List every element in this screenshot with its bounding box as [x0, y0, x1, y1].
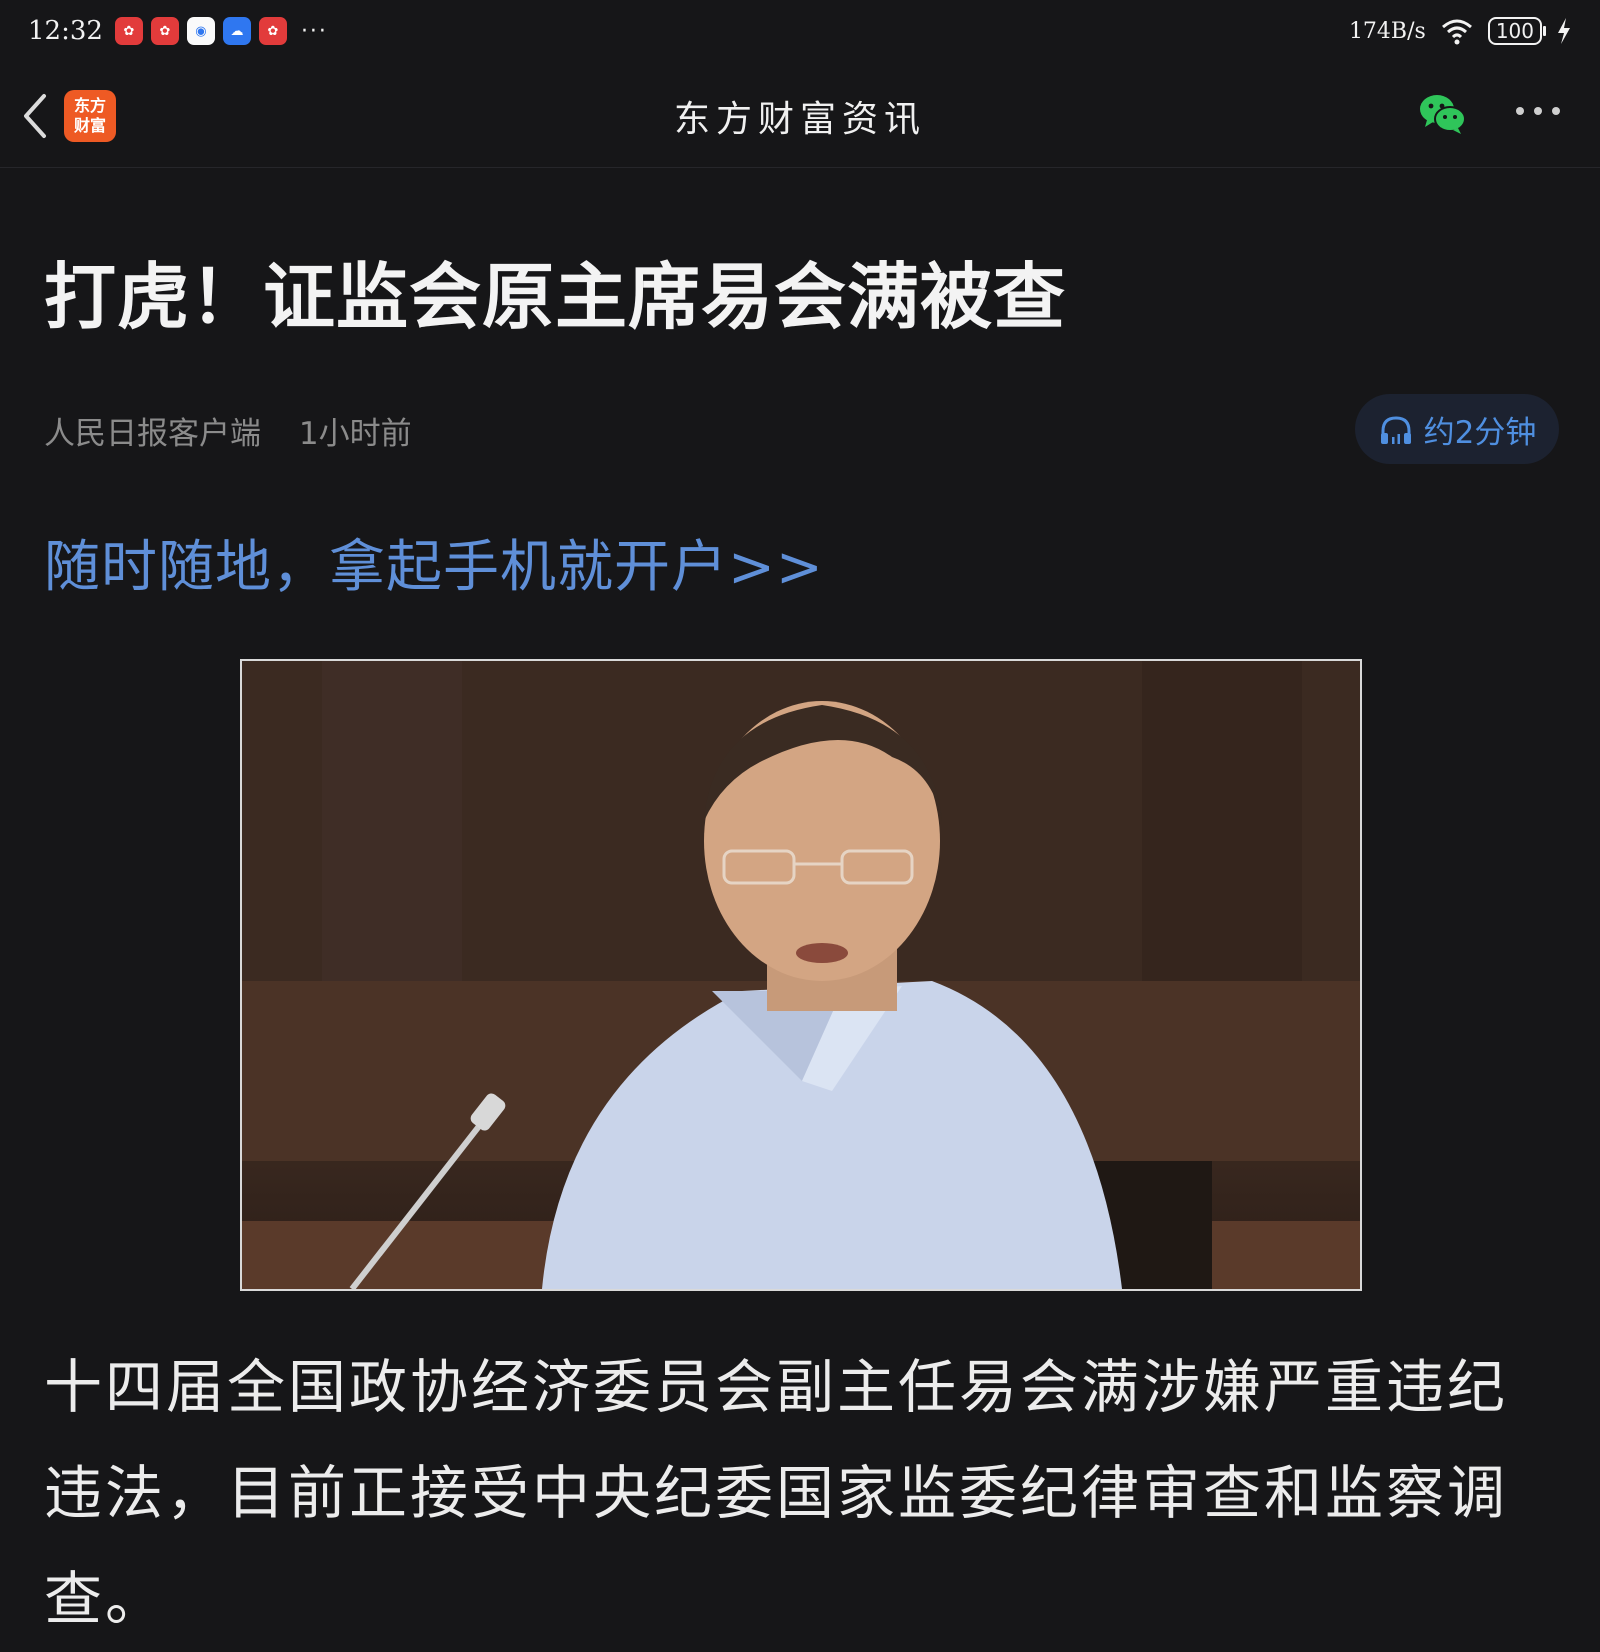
- cloud-icon: ☁: [222, 17, 251, 45]
- browser-icon: ◉: [186, 17, 215, 45]
- more-dot: [1534, 107, 1542, 115]
- status-time: 12:32: [28, 16, 103, 46]
- article-headline: 打虎！证监会原主席易会满被查: [44, 255, 1067, 339]
- article-photo[interactable]: [240, 659, 1362, 1291]
- nav-bar: 东方 财富 东方财富资讯: [0, 62, 1600, 168]
- status-bar: 12:32 ✿ ✿ ◉ ☁ ✿ ··· 174B/s 100: [0, 0, 1600, 62]
- page-title: 东方财富资讯: [673, 99, 926, 140]
- charging-icon: [1558, 18, 1570, 44]
- more-options-button[interactable]: [1516, 100, 1562, 122]
- wifi-icon: [1441, 19, 1472, 45]
- article-source[interactable]: 人民日报客户端: [44, 416, 261, 452]
- headphones-icon: [1380, 416, 1411, 444]
- status-left: 12:32 ✿ ✿ ◉ ☁ ✿ ···: [28, 16, 328, 46]
- status-right: 174B/s 100: [1349, 17, 1572, 45]
- app-notification-icon: ✿: [258, 17, 287, 45]
- article-time: 1小时前: [298, 416, 412, 452]
- more-dot: [1552, 107, 1560, 115]
- more-dot: [1516, 107, 1524, 115]
- article-body: 十四届全国政协经济委员会副主任易会满涉嫌严重违纪违法，目前正接受中央纪委国家监委…: [44, 1353, 1509, 1633]
- open-account-link[interactable]: 随时随地，拿起手机就开户>>: [44, 522, 824, 603]
- network-speed: 174B/s: [1348, 18, 1426, 44]
- listen-duration: 约2分钟: [1423, 414, 1537, 451]
- article-meta: 人民日报客户端 1小时前: [44, 408, 412, 453]
- wechat-share-icon[interactable]: [1418, 92, 1468, 136]
- app-notification-icon: ✿: [150, 17, 179, 45]
- more-notifications-icon: ···: [300, 18, 328, 44]
- listen-button[interactable]: 约2分钟: [1355, 394, 1559, 464]
- app-notification-icon: ✿: [114, 17, 143, 45]
- battery-indicator: 100: [1487, 17, 1547, 45]
